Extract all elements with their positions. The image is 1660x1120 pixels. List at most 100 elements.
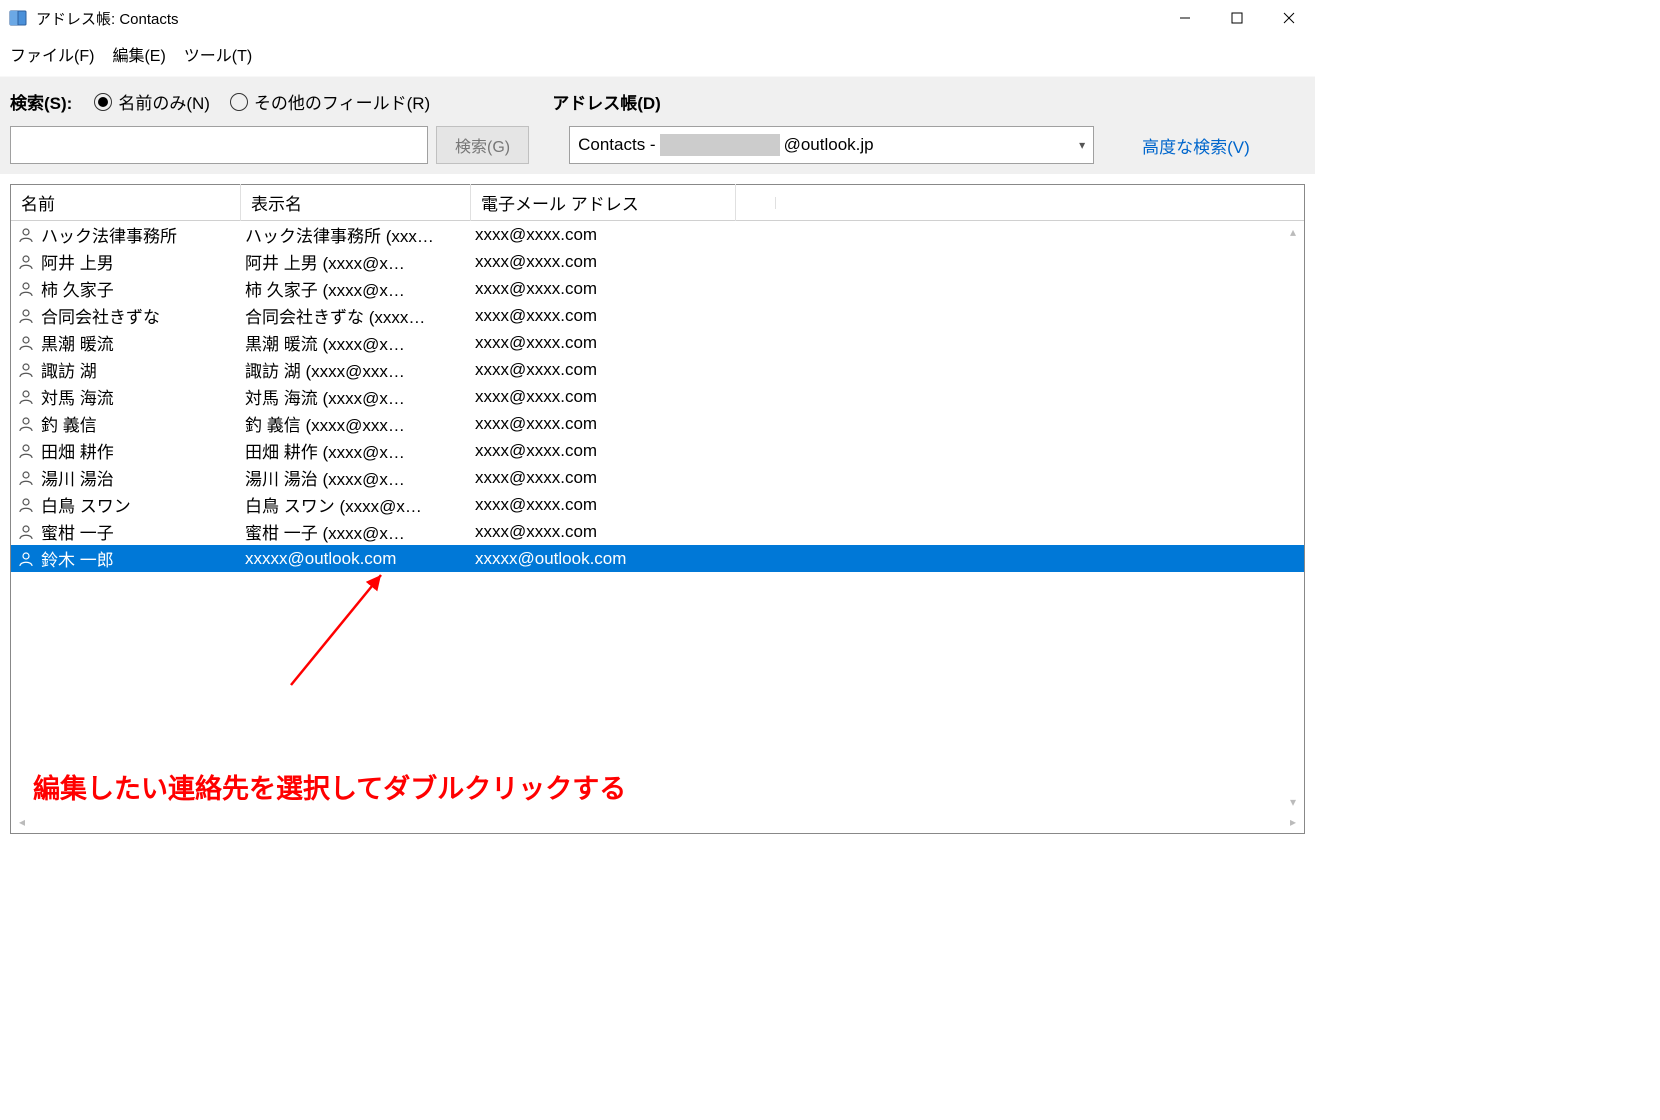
radio-name-only-label: 名前のみ(N) <box>118 89 210 114</box>
window-title: アドレス帳: Contacts <box>36 8 179 29</box>
cell-display: 田畑 耕作 (xxxx@x… <box>245 438 475 463</box>
table-row[interactable]: 柿 久家子柿 久家子 (xxxx@x…xxxx@xxxx.com <box>11 275 1304 302</box>
annotation-text: 編集したい連絡先を選択してダブルクリックする <box>33 767 626 806</box>
dropdown-prefix: Contacts - <box>578 135 655 155</box>
table-row[interactable]: 合同会社きずな合同会社きずな (xxxx…xxxx@xxxx.com <box>11 302 1304 329</box>
cell-email: xxxx@xxxx.com <box>475 495 1304 515</box>
column-email[interactable]: 電子メール アドレス <box>471 184 736 221</box>
search-button[interactable]: 検索(G) <box>436 126 529 164</box>
person-icon <box>15 470 37 486</box>
table-row[interactable]: 諏訪 湖諏訪 湖 (xxxx@xxx…xxxx@xxxx.com <box>11 356 1304 383</box>
person-icon <box>15 416 37 432</box>
table-row[interactable]: 阿井 上男阿井 上男 (xxxx@x…xxxx@xxxx.com <box>11 248 1304 275</box>
table-row[interactable]: 黒潮 暖流黒潮 暖流 (xxxx@x…xxxx@xxxx.com <box>11 329 1304 356</box>
cell-name: 蜜柑 一子 <box>37 519 245 544</box>
cell-name: 阿井 上男 <box>37 249 245 274</box>
person-icon <box>15 254 37 270</box>
cell-display: 白鳥 スワン (xxxx@x… <box>245 492 475 517</box>
cell-name: 湯川 湯治 <box>37 465 245 490</box>
table-row[interactable]: 蜜柑 一子蜜柑 一子 (xxxx@x…xxxx@xxxx.com <box>11 518 1304 545</box>
maximize-button[interactable] <box>1211 0 1263 36</box>
cell-name: 柿 久家子 <box>37 276 245 301</box>
cell-name: 白鳥 スワン <box>37 492 245 517</box>
person-icon <box>15 497 37 513</box>
table-row[interactable]: 鈴木 一郎xxxxx@outlook.comxxxxx@outlook.com <box>11 545 1304 572</box>
cell-email: xxxx@xxxx.com <box>475 306 1304 326</box>
search-input[interactable] <box>10 126 428 164</box>
cell-email: xxxx@xxxx.com <box>475 522 1304 542</box>
addressbook-dropdown[interactable]: Contacts - @outlook.jp ▾ <box>569 126 1094 164</box>
scroll-right-icon[interactable]: ▸ <box>1284 813 1302 831</box>
person-icon <box>15 308 37 324</box>
cell-display: 湯川 湯治 (xxxx@x… <box>245 465 475 490</box>
person-icon <box>15 524 37 540</box>
menu-tool[interactable]: ツール(T) <box>184 42 252 66</box>
menu-edit[interactable]: 編集(E) <box>112 42 165 66</box>
table-row[interactable]: 田畑 耕作田畑 耕作 (xxxx@x…xxxx@xxxx.com <box>11 437 1304 464</box>
cell-name: 合同会社きずな <box>37 303 245 328</box>
scroll-left-icon[interactable]: ◂ <box>13 813 31 831</box>
cell-email: xxxx@xxxx.com <box>475 333 1304 353</box>
cell-display: 蜜柑 一子 (xxxx@x… <box>245 519 475 544</box>
radio-name-only[interactable]: 名前のみ(N) <box>94 89 210 114</box>
person-icon <box>15 335 37 351</box>
search-label: 検索(S): <box>10 89 72 114</box>
cell-name: 黒潮 暖流 <box>37 330 245 355</box>
column-display[interactable]: 表示名 <box>241 184 471 221</box>
person-icon <box>15 281 37 297</box>
person-icon <box>15 443 37 459</box>
minimize-button[interactable] <box>1159 0 1211 36</box>
column-name[interactable]: 名前 <box>11 184 241 221</box>
annotation-arrow <box>271 565 411 705</box>
cell-display: 対馬 海流 (xxxx@x… <box>245 384 475 409</box>
titlebar: アドレス帳: Contacts <box>0 0 1315 36</box>
toolbar: 検索(S): 名前のみ(N) その他のフィールド(R) アドレス帳(D) 検索(… <box>0 76 1315 174</box>
cell-display: 釣 義信 (xxxx@xxx… <box>245 411 475 436</box>
menu-file[interactable]: ファイル(F) <box>10 42 94 66</box>
person-icon <box>15 551 37 567</box>
scroll-up-icon[interactable]: ▴ <box>1284 223 1302 241</box>
cell-name: 田畑 耕作 <box>37 438 245 463</box>
cell-name: ハック法律事務所 <box>37 222 245 247</box>
radio-other-fields-label: その他のフィールド(R) <box>254 89 430 114</box>
contacts-list: 名前 表示名 電子メール アドレス ハック法律事務所ハック法律事務所 (xxx…… <box>10 184 1305 834</box>
column-spare <box>736 197 776 209</box>
cell-display: 合同会社きずな (xxxx… <box>245 303 475 328</box>
cell-email: xxxx@xxxx.com <box>475 387 1304 407</box>
cell-display: 阿井 上男 (xxxx@x… <box>245 249 475 274</box>
cell-email: xxxx@xxxx.com <box>475 468 1304 488</box>
cell-display: 黒潮 暖流 (xxxx@x… <box>245 330 475 355</box>
table-row[interactable]: 釣 義信釣 義信 (xxxx@xxx…xxxx@xxxx.com <box>11 410 1304 437</box>
radio-icon <box>94 93 112 111</box>
cell-email: xxxx@xxxx.com <box>475 414 1304 434</box>
radio-other-fields[interactable]: その他のフィールド(R) <box>230 89 430 114</box>
radio-icon <box>230 93 248 111</box>
addressbook-label: アドレス帳(D) <box>552 89 661 114</box>
chevron-down-icon: ▾ <box>1079 138 1085 152</box>
cell-name: 対馬 海流 <box>37 384 245 409</box>
close-button[interactable] <box>1263 0 1315 36</box>
table-row[interactable]: 対馬 海流対馬 海流 (xxxx@x…xxxx@xxxx.com <box>11 383 1304 410</box>
table-row[interactable]: 湯川 湯治湯川 湯治 (xxxx@x…xxxx@xxxx.com <box>11 464 1304 491</box>
cell-name: 鈴木 一郎 <box>37 546 245 571</box>
cell-name: 諏訪 湖 <box>37 357 245 382</box>
person-icon <box>15 389 37 405</box>
cell-email: xxxxx@outlook.com <box>475 549 1304 569</box>
table-row[interactable]: 白鳥 スワン白鳥 スワン (xxxx@x…xxxx@xxxx.com <box>11 491 1304 518</box>
dropdown-suffix: @outlook.jp <box>784 135 874 155</box>
cell-name: 釣 義信 <box>37 411 245 436</box>
menubar: ファイル(F) 編集(E) ツール(T) <box>0 36 1315 76</box>
cell-display: ハック法律事務所 (xxx… <box>245 222 475 247</box>
app-icon <box>8 8 28 28</box>
cell-email: xxxx@xxxx.com <box>475 279 1304 299</box>
person-icon <box>15 227 37 243</box>
cell-email: xxxx@xxxx.com <box>475 360 1304 380</box>
scroll-down-icon[interactable]: ▾ <box>1284 793 1302 811</box>
advanced-search-link[interactable]: 高度な検索(V) <box>1142 133 1250 158</box>
cell-display: 諏訪 湖 (xxxx@xxx… <box>245 357 475 382</box>
table-row[interactable]: ハック法律事務所ハック法律事務所 (xxx…xxxx@xxxx.com <box>11 221 1304 248</box>
redacted-block <box>660 134 780 156</box>
cell-email: xxxx@xxxx.com <box>475 225 1304 245</box>
list-header: 名前 表示名 電子メール アドレス <box>11 185 1304 221</box>
cell-display: 柿 久家子 (xxxx@x… <box>245 276 475 301</box>
